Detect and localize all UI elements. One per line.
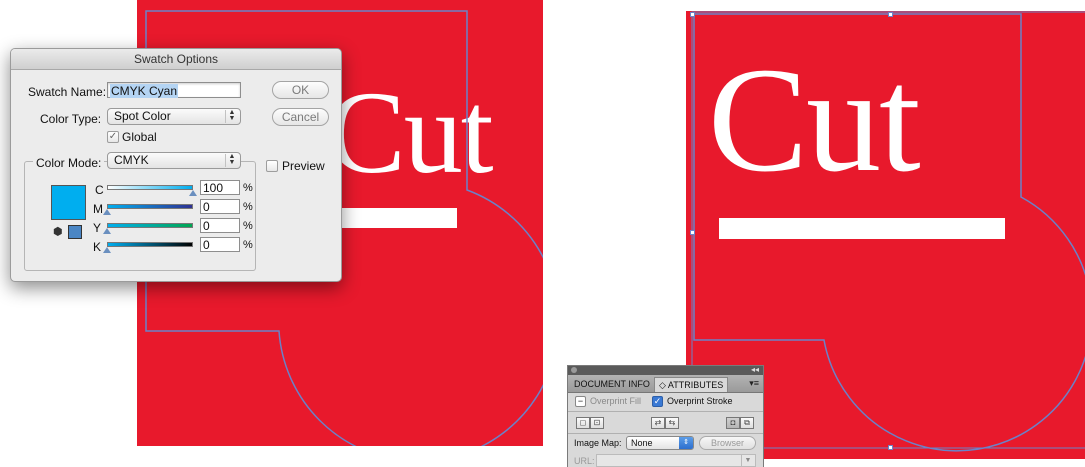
color-type-value: Spot Color xyxy=(114,109,171,123)
image-map-label: Image Map: xyxy=(574,438,622,448)
global-checkbox[interactable]: ✓ xyxy=(107,131,119,143)
dialog-title: Swatch Options xyxy=(11,49,341,70)
percent-unit-label: % xyxy=(243,239,253,251)
close-icon[interactable] xyxy=(571,367,577,373)
color-type-popup[interactable]: Spot Color ▲ ▼ xyxy=(107,108,241,125)
selection-handle[interactable] xyxy=(888,445,893,450)
out-of-gamut-cube-icon[interactable]: ⬢ xyxy=(53,227,64,238)
channel-slider-k[interactable] xyxy=(107,242,193,247)
url-field[interactable]: ▼ xyxy=(596,454,756,467)
nonzero-winding-fill-icon[interactable]: ◘ xyxy=(726,417,740,429)
image-map-popup[interactable]: None ⇕ xyxy=(626,436,694,450)
swatch-name-field[interactable]: CMYK Cyan xyxy=(107,82,241,98)
reverse-path-direction-off-icon[interactable]: ⇄ xyxy=(651,417,665,429)
channel-label-y: Y xyxy=(93,221,102,235)
browser-button[interactable]: Browser xyxy=(699,436,756,450)
selection-handle[interactable] xyxy=(690,230,695,235)
channel-label-k: K xyxy=(93,240,102,254)
slider-thumb-y[interactable] xyxy=(103,228,111,234)
even-odd-fill-icon[interactable]: ⧉ xyxy=(740,417,754,429)
web-safe-swatch[interactable] xyxy=(68,225,82,239)
color-mode-label: Color Mode: xyxy=(33,156,105,170)
slider-thumb-m[interactable] xyxy=(103,209,111,215)
selection-handle[interactable] xyxy=(888,12,893,17)
global-label: Global xyxy=(122,130,157,144)
channel-value-field-y[interactable]: 0 xyxy=(200,218,240,233)
percent-unit-label: % xyxy=(243,220,253,232)
tab-attributes[interactable]: ◇ ATTRIBUTES xyxy=(654,377,729,392)
url-label: URL: xyxy=(574,456,595,466)
popup-arrows-icon: ▲ ▼ xyxy=(225,109,238,123)
chevron-down-icon[interactable]: ▼ xyxy=(741,455,754,466)
color-mode-popup[interactable]: CMYK ▲ ▼ xyxy=(107,152,241,169)
preview-checkbox[interactable] xyxy=(266,160,278,172)
popup-arrows-icon: ⇕ xyxy=(679,437,693,449)
channel-slider-y[interactable] xyxy=(107,223,193,228)
panel-menu-icon[interactable]: ▾≡ xyxy=(749,378,759,389)
channel-value-field-m[interactable]: 0 xyxy=(200,199,240,214)
channel-label-m: M xyxy=(93,202,103,216)
reverse-path-direction-on-icon[interactable]: ⇆ xyxy=(665,417,679,429)
popup-arrows-icon: ▲ ▼ xyxy=(225,153,238,167)
color-mode-value: CMYK xyxy=(114,153,149,167)
hide-center-icon[interactable]: ⊡ xyxy=(590,417,604,429)
percent-unit-label: % xyxy=(243,182,253,194)
collapse-icon[interactable]: ◂◂ xyxy=(751,366,759,374)
image-map-value: None xyxy=(631,438,653,448)
tab-document-info[interactable]: DOCUMENT INFO xyxy=(570,377,654,392)
channel-slider-m[interactable] xyxy=(107,204,193,209)
screen: Cut Cut Swatch Options Swatch Name: CMYK… xyxy=(0,0,1085,467)
overprint-stroke-label: Overprint Stroke xyxy=(667,396,733,406)
panel-tabs: DOCUMENT INFO ◇ ATTRIBUTES ▾≡ xyxy=(568,375,763,393)
attributes-panel: ◂◂ DOCUMENT INFO ◇ ATTRIBUTES ▾≡ − Overp… xyxy=(567,365,764,467)
swatch-name-label: Swatch Name: xyxy=(28,85,107,99)
color-swatch-preview xyxy=(51,185,86,220)
divider xyxy=(568,433,763,434)
preview-label: Preview xyxy=(282,159,325,173)
selection-handle[interactable] xyxy=(690,12,695,17)
channel-slider-c[interactable] xyxy=(107,185,193,190)
overprint-fill-checkbox[interactable]: − xyxy=(575,396,586,407)
show-center-icon[interactable]: ◻ xyxy=(576,417,590,429)
channel-label-c: C xyxy=(95,183,104,197)
swatch-options-dialog: Swatch Options Swatch Name: CMYK Cyan OK… xyxy=(10,48,342,282)
color-type-label: Color Type: xyxy=(40,112,102,126)
panel-titlebar[interactable]: ◂◂ xyxy=(568,366,763,375)
divider xyxy=(568,411,763,412)
ok-button[interactable]: OK xyxy=(272,81,329,99)
percent-unit-label: % xyxy=(243,201,253,213)
cancel-button[interactable]: Cancel xyxy=(272,108,329,126)
channel-value-field-k[interactable]: 0 xyxy=(200,237,240,252)
slider-thumb-k[interactable] xyxy=(103,247,111,253)
overprint-fill-label: Overprint Fill xyxy=(590,396,642,406)
slider-thumb-c[interactable] xyxy=(189,190,197,196)
swatch-name-value: CMYK Cyan xyxy=(110,84,179,98)
overprint-stroke-checkbox[interactable]: ✓ xyxy=(652,396,663,407)
channel-value-field-c[interactable]: 100 xyxy=(200,180,240,195)
